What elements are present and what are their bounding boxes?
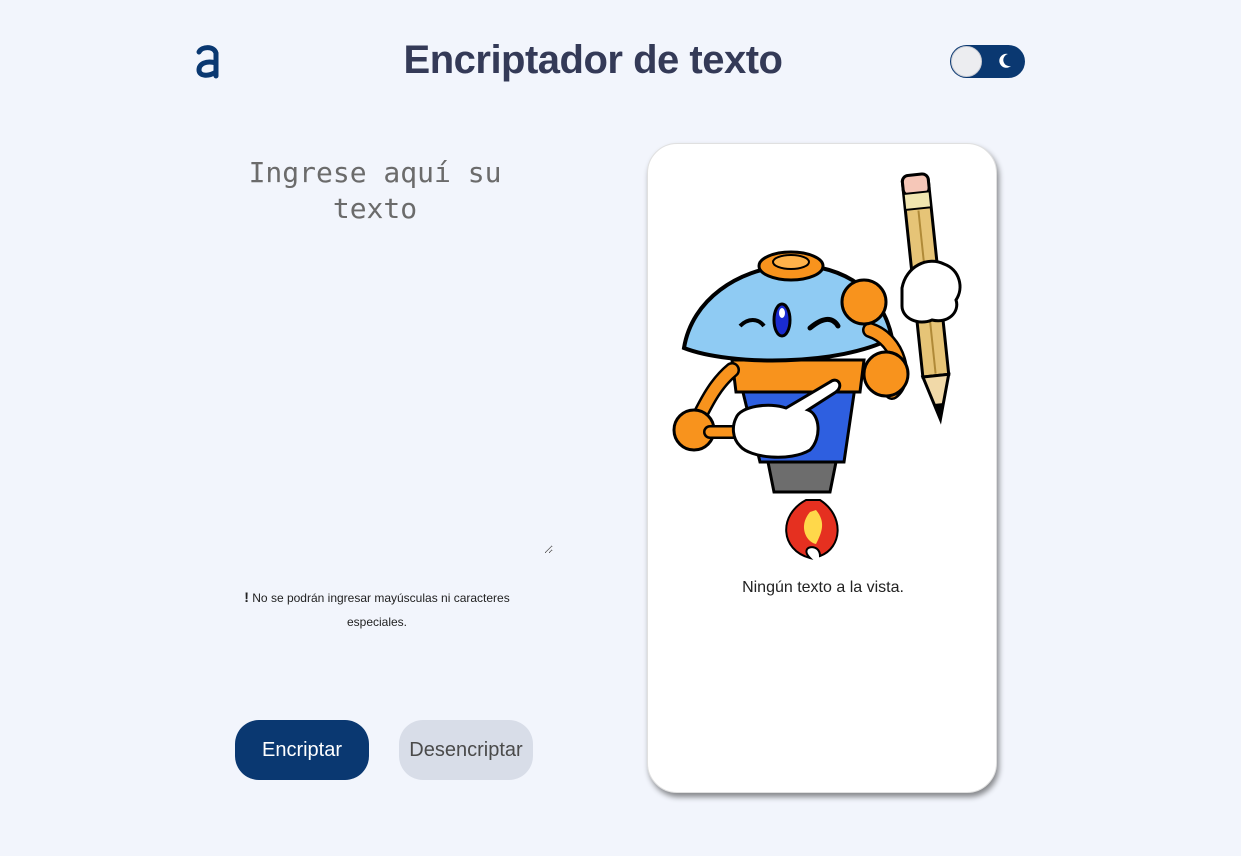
output-panel: Ningún texto a la vista.	[647, 143, 997, 793]
page: Encriptador de texto ! No se podrán ingr…	[0, 0, 1241, 856]
robot-with-pencil-illustration	[672, 172, 962, 560]
moon-icon	[999, 53, 1011, 68]
warning-icon: !	[244, 589, 249, 605]
input-warning: ! No se podrán ingresar mayúsculas ni ca…	[232, 585, 522, 634]
text-input[interactable]	[197, 150, 553, 554]
theme-toggle[interactable]	[950, 45, 1025, 78]
decrypt-button[interactable]: Desencriptar	[399, 720, 533, 780]
toggle-knob	[951, 46, 982, 77]
warning-text: No se podrán ingresar mayúsculas ni cara…	[252, 591, 510, 629]
encrypt-button[interactable]: Encriptar	[235, 720, 369, 780]
empty-output-message: Ningún texto a la vista.	[742, 579, 904, 596]
